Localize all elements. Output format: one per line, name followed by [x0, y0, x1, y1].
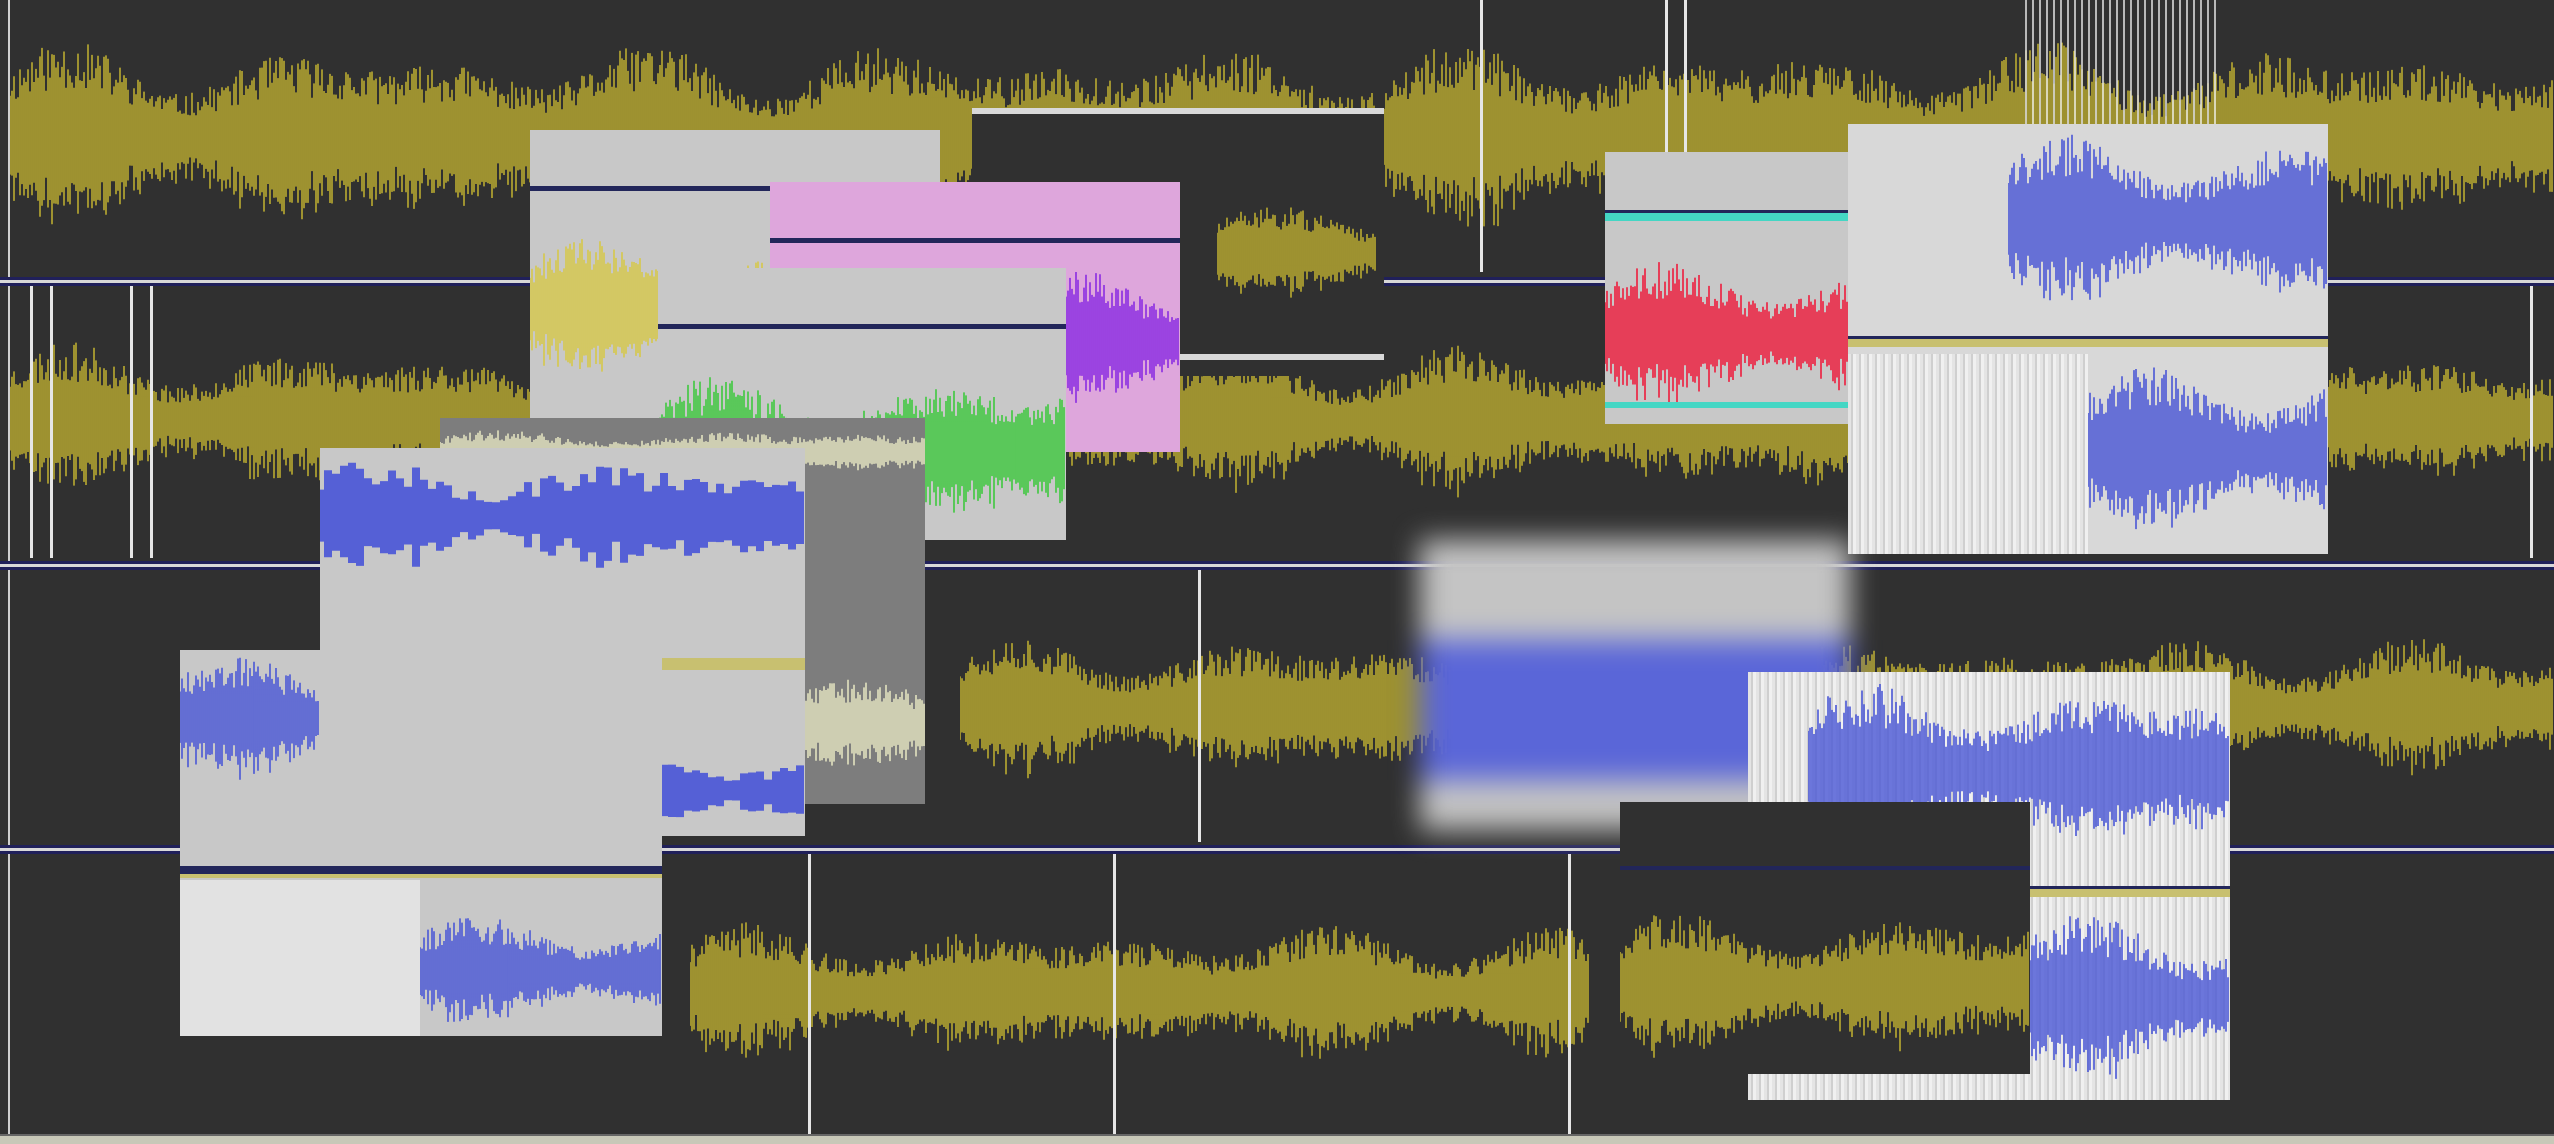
marker-line[interactable]: [50, 286, 53, 558]
track-ruler: [0, 286, 10, 562]
waveform-path: [1217, 207, 1376, 298]
clip-waveform: [1620, 915, 2029, 1058]
waveform-path: [180, 657, 319, 780]
marker-line[interactable]: [30, 286, 33, 558]
waveform-path: [800, 679, 925, 766]
waveform-path: [420, 918, 661, 1022]
track-waveform: [690, 922, 1589, 1059]
clip-header-bar: [180, 866, 662, 878]
overview-clip[interactable]: [1620, 802, 2030, 1074]
waveform-path: [690, 922, 1589, 1059]
marker-line[interactable]: [1480, 0, 1483, 272]
clip-header-bar: [770, 238, 1180, 243]
overview-clip[interactable]: [1848, 124, 2328, 554]
clip-waveform: [180, 657, 319, 780]
clip-header-bar: [658, 324, 1066, 329]
waveform-path: [2088, 367, 2327, 530]
marker-cluster: [2025, 0, 2216, 140]
clip-header-bar: [1620, 866, 2030, 870]
clip-waveform: [2030, 916, 2229, 1079]
waveform-path: [320, 462, 804, 568]
clip-waveform: [320, 462, 804, 568]
clip-waveform: [2088, 367, 2327, 530]
track-ruler: [0, 0, 10, 278]
marker-line[interactable]: [808, 854, 811, 1134]
editor-canvas: [0, 0, 2554, 1144]
marker-line[interactable]: [130, 286, 133, 558]
clip-waveform: [2008, 134, 2327, 301]
bottom-scrollbar[interactable]: [0, 1134, 2554, 1144]
marker-line[interactable]: [1568, 854, 1571, 1134]
waveform-path: [2030, 916, 2229, 1079]
waveform-path: [2008, 134, 2327, 301]
overview-clip[interactable]: [180, 650, 662, 1036]
marker-line[interactable]: [1198, 570, 1201, 842]
marker-line[interactable]: [2530, 286, 2533, 558]
clip-waveform: [800, 679, 925, 766]
clip-waveform: [420, 918, 661, 1022]
track-ruler: [0, 854, 10, 1134]
clip-header-bar: [1848, 336, 2328, 347]
marker-line[interactable]: [150, 286, 153, 558]
clip-region: [180, 880, 420, 1036]
track-ruler: [0, 570, 10, 846]
waveform-path: [1620, 915, 2029, 1058]
clip-waveform: [1217, 207, 1376, 298]
marker-line[interactable]: [1113, 854, 1116, 1134]
clip-region: [1848, 354, 2088, 554]
